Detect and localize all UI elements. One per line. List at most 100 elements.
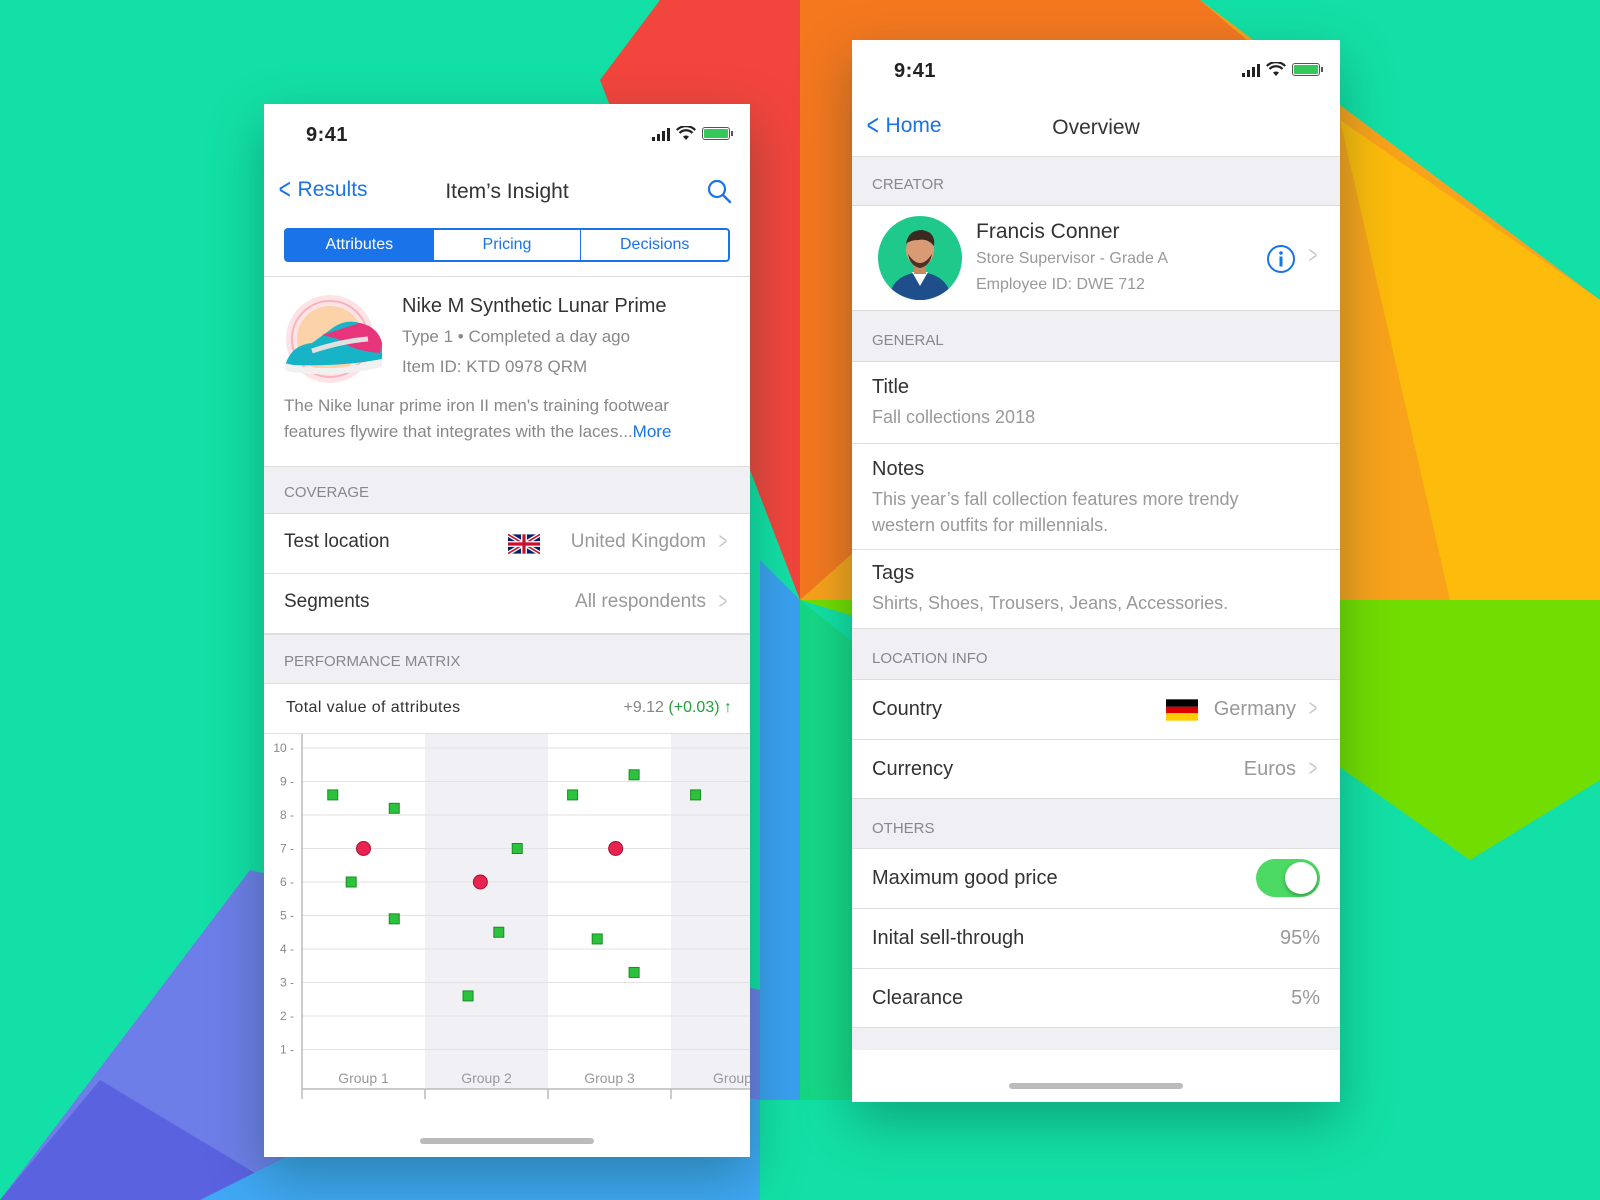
currency-label: Currency (872, 758, 954, 780)
item-insight-screen: 9:41 < Results Item’s Insight Attributes … (264, 104, 750, 1157)
segments-value: All respondents (575, 591, 706, 612)
y-tick-label: 7 - (280, 842, 294, 856)
overview-screen: 9:41 < Home Overview CREATOR Francis Conn… (852, 40, 1340, 1102)
coverage-header: COVERAGE (264, 466, 750, 514)
creator-row[interactable]: Francis Conner Store Supervisor - Grade … (852, 205, 1340, 311)
notes-label: Notes (872, 458, 925, 480)
shoe-image (284, 295, 382, 383)
signal-icon (1242, 63, 1260, 77)
data-point-circle (356, 841, 371, 856)
segments-row[interactable]: Segments All respondents > (264, 574, 750, 634)
currency-row[interactable]: Currency Euros > (852, 739, 1340, 799)
tab-attributes[interactable]: Attributes (286, 230, 433, 260)
creator-name: Francis Conner (976, 220, 1120, 243)
clearance-label: Clearance (872, 987, 964, 1009)
data-point-square (327, 789, 339, 801)
clearance-row: Clearance 5% (852, 968, 1340, 1028)
total-value: +9.12 (623, 699, 664, 716)
performance-matrix-svg: 1 - 2 - 3 - 4 - 5 - 6 - 7 - 8 - 9 - 10 - Group 1 Gr… (273, 734, 750, 1099)
y-tick-label: 9 - (280, 775, 294, 789)
data-point-square (591, 933, 603, 945)
performance-chart: 1 - 2 - 3 - 4 - 5 - 6 - 7 - 8 - 9 - 10 - Group 1 Gr… (264, 734, 750, 1104)
data-point-square (493, 926, 505, 938)
more-link[interactable]: More (633, 422, 672, 441)
data-point-square (690, 789, 702, 801)
y-tick-label: 2 - (280, 1009, 294, 1023)
x-tick-label: Group (713, 1070, 750, 1086)
country-label: Country (872, 698, 943, 720)
chevron-right-icon: > (1308, 242, 1318, 269)
data-point-square (345, 876, 357, 888)
y-tick-label: 5 - (280, 909, 294, 923)
avatar (878, 216, 962, 300)
data-point-square (628, 966, 640, 978)
status-time: 9:41 (306, 124, 349, 146)
background-artwork (0, 0, 1600, 1200)
data-point-square (388, 802, 400, 814)
navigation-bar: < Home Overview (852, 102, 1340, 157)
y-tick-label: 6 - (280, 875, 294, 889)
info-icon[interactable] (1266, 244, 1296, 274)
signal-icon (652, 127, 670, 141)
data-point-square (462, 990, 474, 1002)
y-tick-label: 10 - (273, 741, 294, 755)
data-point-square (628, 769, 640, 781)
data-point-circle (608, 841, 624, 856)
chevron-right-icon: > (1308, 695, 1318, 722)
total-value-label: Total value of attributes (286, 699, 461, 716)
tags-label: Tags (872, 562, 915, 584)
total-value-figure: +9.12 (+0.03) ↑ (623, 699, 732, 717)
x-tick-label: Group 1 (338, 1070, 389, 1086)
x-tick-label: Group 3 (584, 1070, 635, 1086)
total-delta: (+0.03) (668, 699, 720, 716)
battery-icon (1292, 63, 1323, 76)
group-band (425, 734, 548, 1089)
arrow-up-icon: ↑ (724, 699, 732, 716)
tab-pricing[interactable]: Pricing (432, 230, 581, 260)
currency-value: Euros (1243, 758, 1296, 780)
max-price-toggle[interactable] (1256, 859, 1320, 897)
sell-through-value: 95% (1279, 927, 1320, 949)
x-tick-label: Group 2 (461, 1070, 512, 1086)
status-bar: 9:41 (852, 40, 1340, 102)
clearance-value: 5% (1291, 987, 1320, 1009)
general-header: GENERAL (872, 332, 944, 349)
test-location-row[interactable]: Test location United Kingdom > (264, 514, 750, 574)
country-row[interactable]: Country Germany > (852, 679, 1340, 739)
wifi-icon (676, 126, 696, 140)
page-title: Item’s Insight (445, 180, 569, 203)
others-header: OTHERS (872, 820, 935, 837)
bottom-area (852, 1050, 1340, 1102)
creator-header: CREATOR (872, 176, 944, 193)
item-id: Item ID: KTD 0978 QRM (402, 357, 588, 376)
segments-label: Segments (284, 591, 370, 612)
country-value: Germany (1213, 698, 1296, 720)
notes-row: Notes This year’s fall collection featur… (852, 443, 1340, 549)
data-point-square (388, 913, 400, 925)
search-icon[interactable] (706, 178, 732, 204)
creator-employee-id: Employee ID: DWE 712 (976, 276, 1145, 293)
test-location-label: Test location (284, 531, 390, 552)
chevron-right-icon: > (718, 528, 728, 555)
performance-header: PERFORMANCE MATRIX (264, 634, 750, 684)
tab-decisions[interactable]: Decisions (580, 230, 728, 260)
title-value: Fall collections 2018 (872, 407, 1036, 427)
item-name: Nike M Synthetic Lunar Prime (402, 295, 667, 317)
data-point-square (567, 789, 579, 801)
total-value-row: Total value of attributes +9.12 (+0.03) … (264, 684, 750, 734)
chevron-right-icon: > (718, 588, 728, 615)
item-status: Completed a day ago (468, 327, 631, 346)
uk-flag-icon (508, 533, 540, 555)
max-price-row: Maximum good price (852, 848, 1340, 908)
sell-through-label: Inital sell-through (872, 927, 1025, 949)
item-type: Type 1 (402, 327, 454, 346)
tags-value: Shirts, Shoes, Trousers, Jeans, Accessor… (872, 593, 1229, 613)
status-bar: 9:41 (264, 104, 750, 166)
segmented-control: Attributes Pricing Decisions (284, 228, 730, 262)
notes-value: This year’s fall collection features mor… (872, 489, 1239, 535)
navigation-bar: < Results Item’s Insight (264, 166, 750, 224)
y-tick-label: 3 - (280, 976, 294, 990)
home-indicator (420, 1138, 594, 1144)
group-band (671, 734, 750, 1089)
home-indicator (1009, 1083, 1183, 1089)
